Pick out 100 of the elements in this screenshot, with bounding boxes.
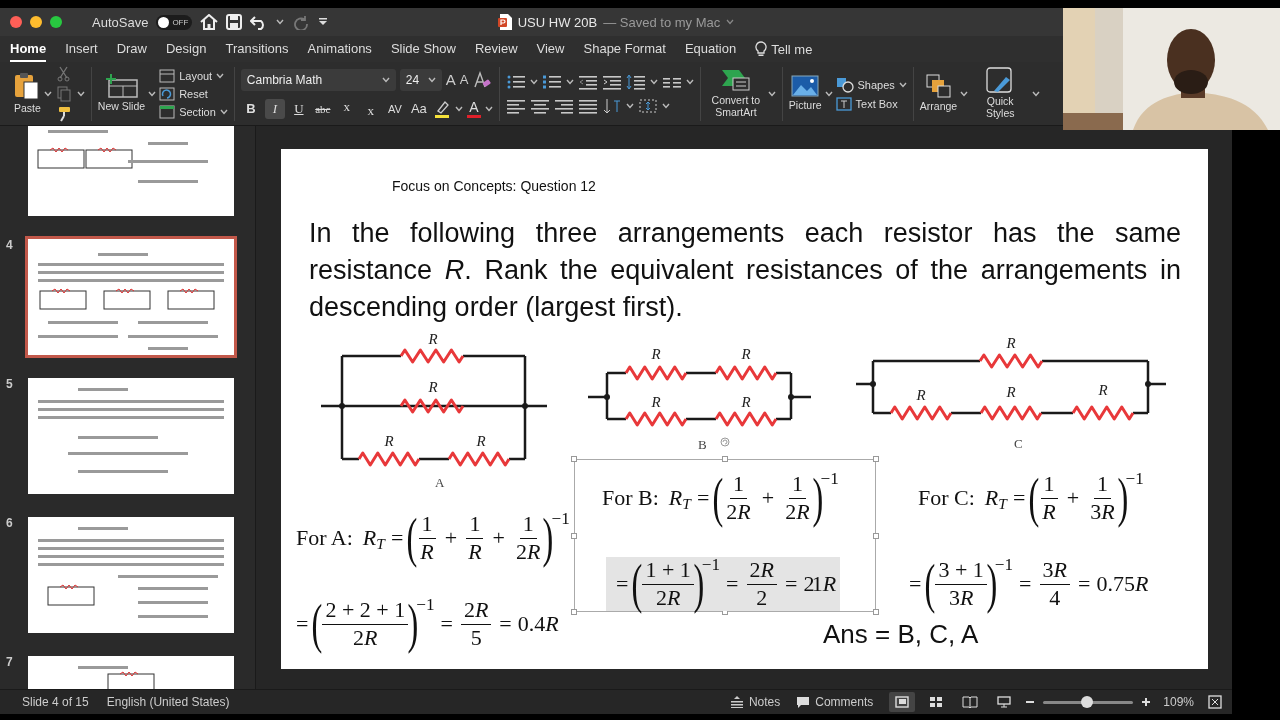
format-button[interactable]: x (336, 98, 357, 119)
caret-icon[interactable] (625, 102, 634, 109)
quick-styles-button[interactable]: Quick Styles (971, 67, 1030, 120)
window-zoom-icon[interactable] (50, 16, 62, 28)
caret-icon[interactable] (685, 78, 694, 85)
format-button[interactable]: B (240, 98, 261, 119)
cut-icon[interactable] (54, 65, 73, 82)
zoom-level[interactable]: 109% (1163, 695, 1194, 709)
layout-icon[interactable] (159, 68, 176, 83)
comment-icon[interactable] (796, 696, 811, 708)
caret-icon[interactable] (381, 76, 390, 83)
notes-button[interactable]: Notes (748, 695, 781, 709)
shapes-button[interactable]: Shapes (857, 78, 895, 91)
text-box-icon[interactable] (835, 96, 852, 111)
slide-thumbnail[interactable] (25, 126, 237, 219)
paste-button[interactable]: Paste (14, 72, 41, 115)
caret-icon[interactable] (565, 78, 574, 85)
resize-handle[interactable] (873, 532, 879, 539)
justify-icon[interactable] (577, 97, 598, 114)
view-button[interactable] (889, 692, 916, 712)
caret-icon[interactable] (216, 72, 225, 79)
align-center-icon[interactable] (529, 97, 550, 114)
font-name-field[interactable]: Cambria Math (240, 68, 396, 91)
language-status[interactable]: English (United States) (106, 695, 230, 709)
caret-icon[interactable] (898, 81, 907, 88)
ribbon-tab[interactable]: Shape Format (583, 36, 666, 62)
slide-thumbnail[interactable] (25, 375, 237, 497)
window-minimize-icon[interactable] (30, 16, 42, 28)
slide-command-button[interactable]: Reset (179, 87, 208, 100)
slide-thumbnail[interactable] (25, 514, 237, 636)
resize-handle[interactable] (571, 609, 577, 615)
ribbon-tab[interactable]: Draw (116, 36, 147, 62)
reset-icon[interactable] (159, 86, 176, 101)
resize-handle[interactable] (571, 532, 577, 539)
caret-icon[interactable] (726, 19, 735, 25)
caret-icon[interactable] (767, 90, 776, 97)
caret-icon[interactable] (484, 105, 493, 112)
slide-command-button[interactable]: Section (179, 105, 216, 118)
grow-font-button[interactable]: A (445, 71, 456, 88)
format-button[interactable]: I (264, 98, 285, 119)
caret-icon[interactable] (454, 105, 463, 112)
save-icon[interactable] (226, 14, 243, 30)
slide-command-button[interactable]: Layout (179, 69, 213, 82)
align-text-icon[interactable] (637, 97, 658, 114)
ribbon-tab[interactable]: Insert (65, 36, 98, 62)
format-button[interactable]: x (360, 98, 381, 119)
ribbon-tab[interactable]: Slide Show (390, 36, 456, 62)
resize-handle[interactable] (722, 456, 728, 462)
tell-me-button[interactable]: Tell me (771, 41, 813, 57)
decrease-indent-icon[interactable] (577, 73, 598, 90)
bullets-icon[interactable] (505, 73, 526, 90)
text-direction-icon[interactable] (601, 97, 622, 114)
ribbon-tab[interactable]: Review (474, 36, 518, 62)
window-close-icon[interactable] (10, 16, 22, 28)
zoom-slider-thumb[interactable] (1081, 695, 1094, 708)
convert-to-smartart-button[interactable]: Convert to SmartArt (706, 68, 765, 119)
ribbon-tab[interactable]: Animations (307, 36, 372, 62)
customize-toolbar-icon[interactable] (318, 17, 329, 27)
redo-icon[interactable] (292, 14, 311, 30)
caret-icon[interactable] (960, 90, 969, 97)
caret-icon[interactable] (1032, 90, 1041, 97)
align-right-icon[interactable] (553, 97, 574, 114)
ribbon-tab[interactable]: Design (166, 36, 207, 62)
caret-icon[interactable] (276, 19, 285, 25)
ribbon-tab[interactable]: Equation (684, 36, 737, 62)
resize-handle[interactable] (571, 456, 577, 462)
caret-icon[interactable] (76, 90, 85, 97)
caret-icon[interactable] (529, 78, 538, 85)
section-icon[interactable] (159, 104, 176, 119)
caret-icon[interactable] (43, 90, 52, 97)
clear-formatting-icon[interactable] (472, 70, 491, 89)
zoom-in-icon[interactable] (1141, 697, 1152, 707)
shrink-font-button[interactable]: A (459, 72, 469, 87)
resize-handle[interactable] (873, 456, 879, 462)
format-button[interactable]: AV (384, 98, 405, 119)
increase-indent-icon[interactable] (601, 73, 622, 90)
shapes-icon[interactable] (835, 76, 854, 93)
format-button[interactable]: U (288, 98, 309, 119)
rotate-handle[interactable] (720, 437, 730, 447)
caret-icon[interactable] (661, 102, 670, 109)
selection-frame[interactable] (574, 459, 876, 612)
arrange-button[interactable]: Arrange (919, 74, 958, 113)
caret-icon[interactable] (219, 108, 228, 115)
caret-icon[interactable] (824, 90, 833, 97)
caret-icon[interactable] (649, 78, 658, 85)
ribbon-tab[interactable]: Transitions (225, 36, 289, 62)
comments-button[interactable]: Comments (815, 695, 874, 709)
notes-icon[interactable] (729, 696, 744, 708)
format-button[interactable]: Aa (408, 98, 429, 119)
slide-thumbnail[interactable] (25, 236, 237, 358)
text-box-button[interactable]: Text Box (855, 97, 898, 110)
line-spacing-icon[interactable] (625, 73, 646, 90)
numbering-icon[interactable] (541, 73, 562, 90)
home-icon[interactable] (200, 14, 219, 30)
caret-icon[interactable] (148, 90, 157, 97)
new-slide-button[interactable]: New Slide (97, 74, 146, 113)
highlighter-icon[interactable] (432, 99, 451, 118)
picture-button[interactable]: Picture (788, 75, 822, 112)
fit-to-window-icon[interactable] (1208, 695, 1222, 709)
autosave-toggle[interactable]: OFF (156, 14, 193, 30)
